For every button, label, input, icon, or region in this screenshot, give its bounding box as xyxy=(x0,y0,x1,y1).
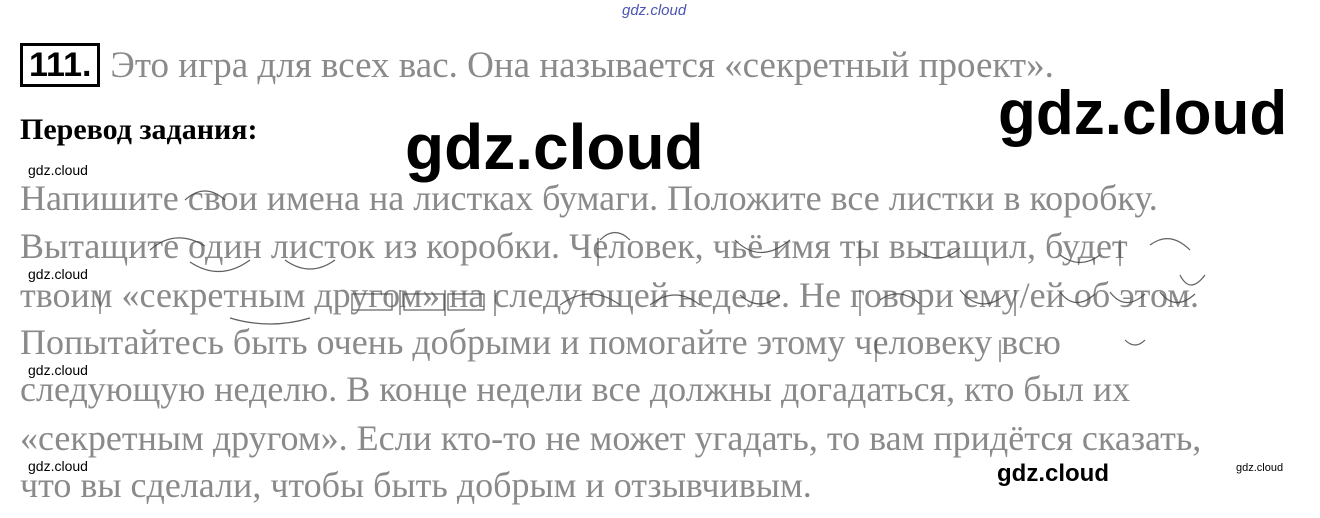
translation-heading: Перевод задания: xyxy=(20,113,258,146)
body-line-3: твоим «секретным другом» на следующей не… xyxy=(20,275,1200,315)
watermark-bottom-mid: gdz.cloud xyxy=(997,460,1109,487)
body-line-6: «секретным другом». Если кто-то не может… xyxy=(20,418,1202,458)
body-line-1: Напишите свои имена на листках бумаги. П… xyxy=(20,178,1158,218)
body-line-7: что вы сделали, чтобы быть добрым и отзы… xyxy=(20,465,812,505)
body-line-5: следующую неделю. В конце недели все дол… xyxy=(20,369,1131,409)
body-line-4: Попытайтесь быть очень добрыми и помогай… xyxy=(20,322,1061,362)
body-line-2: Вытащите один листок из коробки. Человек… xyxy=(20,226,1128,266)
task-text: Это игра для всех вас. Она называется «с… xyxy=(110,44,1054,86)
watermark-big-right: gdz.cloud xyxy=(998,79,1288,148)
watermark-bottom-tiny: gdz.cloud xyxy=(1236,462,1284,474)
watermark-big-center: gdz.cloud xyxy=(405,111,704,183)
task-header: 111. Это игра для всех вас. Она называет… xyxy=(20,42,1054,88)
watermark-top: gdz.cloud xyxy=(622,2,687,19)
task-number: 111. xyxy=(20,43,101,87)
